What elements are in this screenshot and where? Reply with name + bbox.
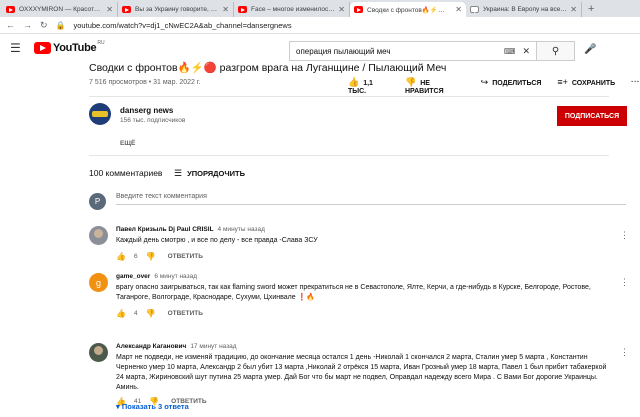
comment-avatar[interactable]: g: [89, 273, 108, 292]
search-icon: ⚲: [551, 45, 560, 57]
sort-icon: ☰: [174, 168, 183, 178]
save-label: СОХРАНИТЬ: [571, 80, 616, 87]
comment-text: Март не подведи, не изменяй традицию, до…: [116, 354, 607, 391]
flag-favicon-icon: [470, 6, 479, 13]
logo-text: YouTube: [53, 42, 97, 54]
comment-avatar[interactable]: [89, 226, 108, 245]
divider: [89, 155, 609, 156]
share-label: ПОДЕЛИТЬСЯ: [492, 80, 542, 87]
thumbs-down-icon[interactable]: 👎: [146, 309, 156, 318]
keyboard-icon[interactable]: ⌨: [504, 47, 516, 56]
comment-time[interactable]: 17 минут назад: [190, 343, 236, 350]
video-actions: 👍 1,1 ТЫС. 👎 НЕ НРАВИТСЯ ↪ ПОДЕЛИТЬСЯ ≡+ СОХ…: [348, 77, 640, 95]
sort-button[interactable]: ☰ УПОРЯДОЧИТЬ: [174, 168, 245, 179]
menu-icon[interactable]: ☰: [10, 41, 26, 55]
youtube-favicon-icon: [6, 6, 15, 13]
reload-icon[interactable]: ↻: [40, 20, 48, 31]
thumbs-down-icon: 👎: [405, 77, 417, 87]
more-actions-button[interactable]: ...: [631, 77, 640, 95]
comment-author[interactable]: game_over: [116, 273, 150, 280]
url-field[interactable]: youtube.com/watch?v=dj1_cNwEC2A&ab_chann…: [74, 21, 292, 30]
show-replies-label: Показать 3 ответа: [121, 402, 189, 411]
comment-count: 100 комментариев: [89, 168, 163, 178]
logo-region: RU: [97, 40, 105, 46]
divider: [89, 96, 609, 97]
add-comment-input[interactable]: Введите текст комментария: [116, 193, 626, 205]
thumbs-up-icon[interactable]: 👍: [116, 252, 126, 261]
share-icon: ↪: [480, 77, 489, 87]
sort-label: УПОРЯДОЧИТЬ: [187, 169, 245, 178]
forward-icon[interactable]: →: [23, 20, 32, 30]
comment-text: Каждый день смотрю , и все по делу - все…: [116, 237, 318, 244]
tab-label: Украина: В Европу на все деньги: [483, 6, 567, 13]
comment-author[interactable]: Павел Кризыль Dj Paul CRISIL: [116, 226, 214, 233]
browser-tab[interactable]: OXXXYMIRON — Красота и Урод ✕: [2, 2, 118, 17]
search-input[interactable]: операция пылающий меч: [296, 47, 504, 56]
reply-button[interactable]: ОТВЕТИТЬ: [168, 310, 203, 317]
microphone-icon[interactable]: 🎤: [584, 44, 596, 55]
youtube-favicon-icon: [354, 6, 363, 13]
more-vert-icon[interactable]: ⋮: [620, 230, 629, 241]
back-icon[interactable]: ←: [6, 20, 15, 30]
address-bar: ← → ↻ 🔒 youtube.com/watch?v=dj1_cNwEC2A&…: [0, 17, 640, 34]
tab-label: Вы за Украину говорите, а Вас: [135, 6, 220, 13]
close-tab-icon[interactable]: ✕: [338, 5, 345, 14]
youtube-favicon-icon: [238, 6, 247, 13]
more-vert-icon[interactable]: ⋮: [620, 347, 629, 358]
video-title: Сводки с фронтов🔥⚡🔴 разгром врага на Луг…: [89, 62, 447, 74]
youtube-logo[interactable]: YouTube RU: [34, 40, 105, 54]
thumbs-down-icon[interactable]: 👎: [146, 252, 156, 261]
comment-author[interactable]: Александр Каганович: [116, 343, 186, 350]
browser-tab[interactable]: Вы за Украину говорите, а Вас ✕: [118, 2, 234, 17]
search-button[interactable]: ⚲: [536, 42, 574, 60]
comment-avatar[interactable]: [89, 343, 108, 362]
show-more-button[interactable]: ЕЩЁ: [120, 140, 135, 147]
browser-tab[interactable]: Face – многое изменилось / в2 ✕: [234, 2, 350, 17]
video-meta: 7 516 просмотров • 31 мар. 2022 г.: [89, 79, 201, 86]
tab-label: OXXXYMIRON — Красота и Урод: [19, 6, 103, 13]
youtube-play-icon: [34, 42, 51, 54]
close-tab-icon[interactable]: ✕: [455, 5, 462, 14]
comment-like-count: 6: [133, 253, 138, 260]
tab-label: Face – многое изменилось / в2: [251, 6, 336, 13]
comment-time[interactable]: 6 минут назад: [154, 273, 197, 280]
comment-time[interactable]: 4 минуты назад: [218, 226, 265, 233]
clear-search-icon[interactable]: ✕: [522, 46, 530, 57]
save-button[interactable]: ≡+ СОХРАНИТЬ: [557, 77, 615, 95]
youtube-header: ☰ YouTube RU операция пылающий меч ⌨ ✕ ⚲…: [0, 34, 640, 62]
close-tab-icon[interactable]: ✕: [222, 5, 229, 14]
subscribe-button[interactable]: ПОДПИСАТЬСЯ: [557, 106, 627, 126]
new-tab-icon[interactable]: +: [588, 3, 594, 15]
youtube-favicon-icon: [122, 6, 131, 13]
show-replies-button[interactable]: ▾ Показать 3 ответа: [116, 402, 189, 411]
channel-name[interactable]: danserg news: [120, 106, 173, 115]
search-box: операция пылающий меч ⌨ ✕ ⚲: [289, 41, 575, 61]
comment-like-count: 4: [133, 310, 138, 317]
browser-tab-active[interactable]: Сводки с фронтов🔥⚡🔴 ра ✕: [350, 2, 466, 17]
more-vert-icon[interactable]: ⋮: [620, 277, 629, 288]
comment-text: врагу опасно заигрываться, так как flami…: [116, 284, 591, 301]
like-button[interactable]: 👍 1,1 ТЫС.: [348, 77, 389, 95]
thumbs-up-icon: 👍: [348, 77, 360, 87]
thumbs-up-icon[interactable]: 👍: [116, 309, 126, 318]
browser-tab-strip: OXXXYMIRON — Красота и Урод ✕ Вы за Укра…: [0, 0, 640, 17]
close-tab-icon[interactable]: ✕: [570, 5, 577, 14]
share-button[interactable]: ↪ ПОДЕЛИТЬСЯ: [481, 77, 542, 95]
add-playlist-icon: ≡+: [557, 77, 568, 87]
tab-label: Сводки с фронтов🔥⚡🔴 ра: [367, 6, 453, 14]
close-tab-icon[interactable]: ✕: [106, 5, 113, 14]
browser-tab[interactable]: Украина: В Европу на все деньги ✕: [466, 2, 582, 17]
dislike-button[interactable]: 👎 НЕ НРАВИТСЯ: [405, 77, 465, 95]
my-avatar[interactable]: P: [89, 193, 106, 210]
subscriber-count: 156 тыс. подписчиков: [120, 117, 186, 124]
lock-icon[interactable]: 🔒: [56, 21, 66, 30]
channel-avatar[interactable]: [89, 103, 111, 125]
reply-button[interactable]: ОТВЕТИТЬ: [168, 253, 203, 260]
